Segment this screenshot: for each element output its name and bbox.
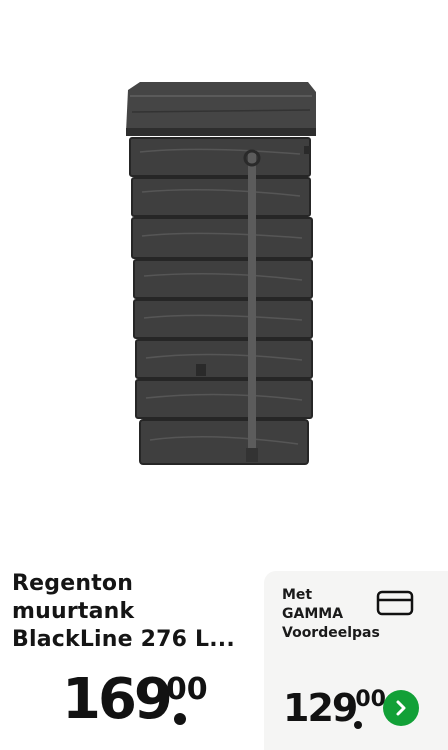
regular-price-decimals: 00: [165, 672, 208, 707]
product-image[interactable]: [0, 0, 448, 560]
regular-price: 16900: [62, 660, 208, 740]
regular-price-integer: 169: [62, 667, 173, 732]
price-dot: [354, 721, 362, 729]
product-title[interactable]: Regenton muurtank BlackLine 276 L...: [12, 570, 257, 654]
credit-card-icon: [376, 590, 414, 616]
price-dot: [174, 713, 186, 725]
member-price: 12900: [283, 678, 386, 738]
member-price-integer: 129: [283, 686, 358, 730]
next-button[interactable]: [383, 690, 419, 726]
chevron-right-icon: [396, 700, 406, 716]
member-price-decimals: 00: [355, 687, 386, 712]
